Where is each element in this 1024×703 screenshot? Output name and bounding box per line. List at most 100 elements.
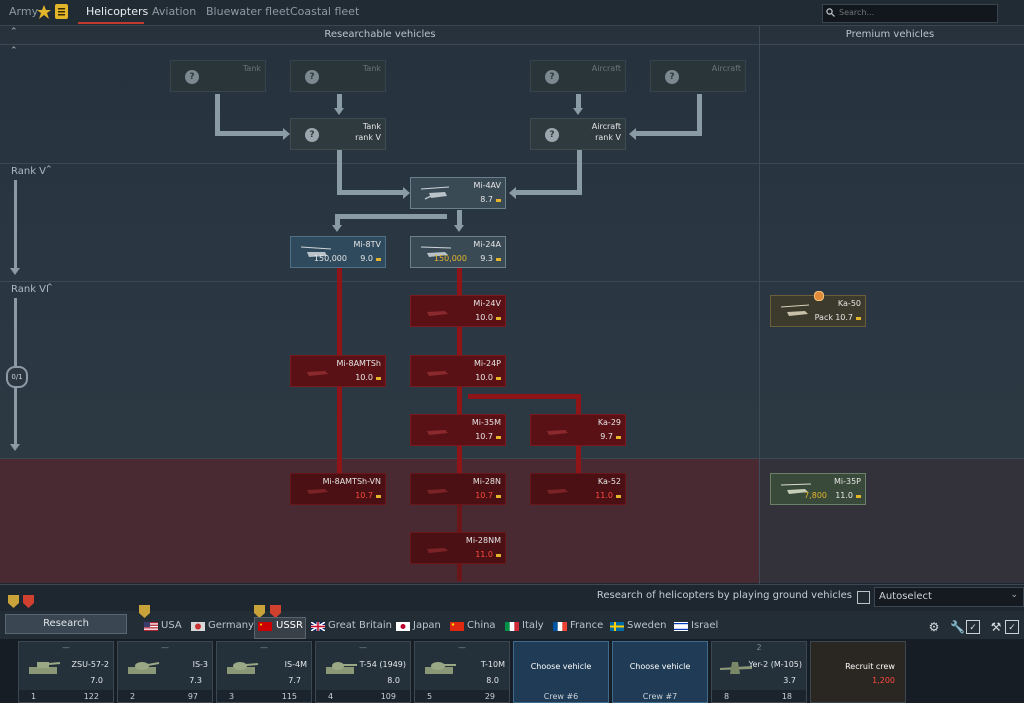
crew-slot-4[interactable]: — T-54 (1949) 8.0 4 109 [315,641,411,703]
choose-vehicle-label: Choose vehicle [530,662,592,671]
vehicle-card-mi-28nm[interactable]: Mi-28NM 11.0 [410,532,506,564]
nation-germany[interactable]: Germany [208,620,254,631]
search-box[interactable] [822,4,998,23]
vehicle-card-ka-29[interactable]: Ka-29 9.7 [530,414,626,446]
requirement-rank: rank V [355,133,381,142]
tree-connector [636,131,702,136]
br-icon [496,554,501,557]
vehicle-br: 8.7 [480,195,493,204]
rank-badge-icon [8,595,19,608]
arrow-down-icon [10,444,20,451]
slot-header: — [62,643,70,652]
research-points: 18 [781,692,792,701]
tab-coastal-fleet[interactable]: Coastal fleet [290,5,359,18]
vehicle-br: 10.0 [475,373,493,382]
vehicle-card-mi-24p[interactable]: Mi-24P 10.0 [410,355,506,387]
crew-slot-3[interactable]: — IS-4M 7.7 3 115 [216,641,312,703]
vehicle-card-unknown-aircraft[interactable]: ? Aircraft [530,60,626,92]
nation-usa[interactable]: USA [161,620,182,631]
gear-icon[interactable]: ⚙ [927,620,941,634]
vehicle-br: 9.0 [360,254,373,263]
question-icon: ? [305,128,319,142]
tree-connector [337,268,342,355]
vehicle-card-mi-24v[interactable]: Mi-24V 10.0 [410,295,506,327]
tree-connector [457,446,462,473]
nation-japan[interactable]: Japan [413,620,441,631]
requirement-name: Aircraft [591,122,621,131]
crew-slot-8[interactable]: 2 Yer-2 (M-105) 3.7 8 18 [711,641,807,703]
checkbox-checked-icon[interactable]: ✓ [966,620,980,634]
arrow-down-icon [454,225,464,232]
research-button[interactable]: Research [5,614,127,634]
nation-great-britain[interactable]: Great Britain [328,620,392,631]
vehicle-name: Mi-8AMTSh [336,359,381,368]
recruit-crew-slot[interactable]: Recruit crew 1,200 [810,641,906,703]
search-input[interactable] [837,7,991,18]
vehicle-card-unknown-tank[interactable]: ? Tank [170,60,266,92]
arrow-left-icon [509,187,516,199]
vehicle-card-mi-28n[interactable]: Mi-28N 10.7 [410,473,506,505]
vehicle-br: 10.7 [835,313,853,322]
vehicle-name: Ka-50 [837,299,861,308]
repair-all-icon[interactable]: ⚒ [989,620,1003,634]
vehicle-br: 8.0 [486,676,499,685]
army-label[interactable]: Army [9,5,38,18]
nation-ussr[interactable]: USSR [276,620,303,631]
tank-icon [326,662,357,674]
nation-italy[interactable]: Italy [522,620,544,631]
collapse-all-icon[interactable]: ⌃ [10,27,18,37]
requirement-card-tank[interactable]: ? Tank rank V [290,118,386,150]
vehicle-card-mi-35m[interactable]: Mi-35M 10.7 [410,414,506,446]
autoselect-label: Autoselect [879,591,932,602]
autoselect-dropdown[interactable]: Autoselect ⌄ [874,587,1024,607]
vehicle-card-mi-8tv[interactable]: Mi-8TV 150,000 9.0 [290,236,386,268]
question-icon: ? [305,70,319,84]
ussr-flag-icon [258,622,272,631]
tree-connector [337,190,405,195]
crew-slot-2[interactable]: — IS-3 7.3 2 97 [117,641,213,703]
checkbox-checked-icon[interactable]: ✓ [1005,620,1019,634]
tab-helicopters[interactable]: Helicopters [86,5,148,18]
br-icon [496,377,501,380]
crew-slot-6-empty[interactable]: Choose vehicle Crew #6 [513,641,609,703]
rank-progress-line [14,298,17,366]
research-by-ground-checkbox[interactable] [857,591,870,604]
rank-v-label[interactable]: Rank V [11,166,46,177]
requirement-card-aircraft[interactable]: ? Aircraft rank V [530,118,626,150]
crew-rank: 8 [724,692,730,701]
tree-connector [577,150,582,194]
tree-connector [468,394,580,399]
rank-vi-label[interactable]: Rank VI [11,284,49,295]
vehicle-card-unknown-aircraft[interactable]: ? Aircraft [650,60,746,92]
chevron-up-icon[interactable]: ⌃ [45,165,53,175]
wrench-icon[interactable]: 🔧 [950,620,965,634]
vehicle-card-unknown-tank[interactable]: ? Tank [290,60,386,92]
vehicle-card-mi-24a[interactable]: Mi-24A 150,000 9.3 [410,236,506,268]
tab-aviation[interactable]: Aviation [152,5,196,18]
vehicle-card-mi-8amtsh-vn[interactable]: Mi-8AMTSh-VN 10.7 [290,473,386,505]
nation-china[interactable]: China [467,620,496,631]
vehicle-card-mi-4av[interactable]: Mi-4AV 8.7 [410,177,506,209]
vehicle-card-mi-35p[interactable]: Mi-35P 7,800 11.0 [770,473,866,505]
chevron-up-icon[interactable]: ⌃ [46,283,54,293]
vehicle-name: Mi-4AV [473,181,501,190]
tree-connector [337,94,342,108]
checklist-icon[interactable] [55,4,68,19]
vehicle-card-mi-8amtsh[interactable]: Mi-8AMTSh 10.0 [290,355,386,387]
nation-france[interactable]: France [570,620,603,631]
crew-number: Crew #7 [642,692,678,701]
collapse-icon[interactable]: ⌃ [10,46,18,56]
vehicle-card-ka-52[interactable]: Ka-52 11.0 [530,473,626,505]
crew-slot-7-empty[interactable]: Choose vehicle Crew #7 [612,641,708,703]
italy-flag-icon [505,622,519,631]
tab-bluewater-fleet[interactable]: Bluewater fleet [206,5,290,18]
vehicle-name: T-10M [480,660,505,669]
crew-slot-5[interactable]: — T-10M 8.0 5 29 [414,641,510,703]
search-icon [826,8,835,17]
vehicle-name: Mi-28NM [465,536,501,545]
nation-sweden[interactable]: Sweden [627,620,667,631]
choose-vehicle-label: Choose vehicle [629,662,691,671]
br-icon [856,495,861,498]
nation-israel[interactable]: Israel [691,620,718,631]
crew-slot-1[interactable]: — ZSU-57-2 7.0 1 122 [18,641,114,703]
